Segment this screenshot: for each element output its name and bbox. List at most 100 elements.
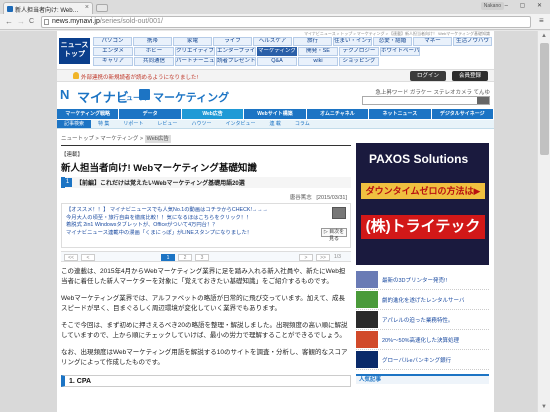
global-nav-row: パソコン携帯家電ライフヘルスケア旅行住まい・インテリア恋愛・結婚マネー生活ノウハ… <box>93 37 493 46</box>
window-controls[interactable]: – ▢ ✕ <box>505 2 547 9</box>
category-tab[interactable]: マーケティング戦略 <box>57 109 120 119</box>
breadcrumb-item[interactable]: ニュートップ <box>61 136 94 142</box>
global-nav-item[interactable]: クリエイティブ <box>175 47 215 56</box>
section-icon <box>139 89 150 100</box>
forward-icon[interactable]: → <box>17 17 25 27</box>
global-nav-item[interactable]: 携帯 <box>133 37 172 46</box>
promo-link[interactable]: 着脱式 2in1 Windowsタブレットが、Officeがついて4万円台！？ <box>66 222 346 230</box>
global-nav-item[interactable]: wiki <box>298 57 338 66</box>
global-nav-item[interactable]: キャリア <box>93 57 133 66</box>
register-button[interactable]: 会員登録 <box>452 71 488 81</box>
page-3[interactable]: 3 <box>195 254 209 261</box>
category-tab[interactable]: Webサイト構築 <box>244 109 307 119</box>
global-nav-item[interactable]: 家電 <box>173 37 212 46</box>
global-nav-item[interactable]: Q&A <box>257 57 297 66</box>
global-nav-item[interactable]: マネー <box>413 37 452 46</box>
article-tag: 【連載】 <box>61 152 84 158</box>
global-nav-item[interactable]: ショッピング <box>339 57 379 66</box>
sub-nav-item[interactable]: 記事検索 <box>57 120 92 128</box>
trending-words[interactable]: 急上昇ワード ガラケー ステレオカメラ てんゆ <box>375 88 490 96</box>
next-page-button[interactable]: > <box>299 254 313 261</box>
mynavi-logo-icon[interactable]: N <box>60 88 76 101</box>
global-nav-item[interactable]: 旅行 <box>293 37 332 46</box>
promo-link[interactable]: 今月大人の頃至・旅行自由を徹底比較！！気になるほはこちらをクリック！！ <box>66 215 346 223</box>
global-nav-item[interactable]: 開発・SE <box>298 47 338 56</box>
category-tab[interactable]: Web広告 <box>181 109 245 119</box>
sidebar-ad-item[interactable]: 最新の3Dプリンター発売!! <box>356 270 489 290</box>
search-button[interactable] <box>477 97 489 104</box>
toc-button[interactable]: ▷ 目次を見る <box>321 228 347 242</box>
tab-close-icon[interactable]: × <box>85 4 89 11</box>
category-tab[interactable]: データ <box>119 109 182 119</box>
scroll-thumb[interactable] <box>540 43 549 155</box>
news-top-logo[interactable]: ニュース トップ <box>59 38 90 64</box>
sub-nav-item[interactable]: 連 載 <box>262 120 287 128</box>
promo-link[interactable]: マイナビニュース連載中の漫画「くまにっぽ」がLINEスタンプになりました！ <box>66 230 346 238</box>
paragraph: なお、出現頻度はWebマーケティング用語を解説する10のサイトを調査・分析し、客… <box>61 349 348 366</box>
promo-link[interactable]: 【オススメ！！】 マイナビニュースでも人気No.1の動画はコチラからCHECK!… <box>66 207 346 215</box>
article-title: 新人担当者向け! Webマーケティング基礎知識 <box>61 163 257 174</box>
global-nav-item[interactable]: ホビー <box>134 47 174 56</box>
member-bar: 外部連携の新規読者が読めるようになりました! ログイン 会員登録 <box>57 69 494 82</box>
global-nav-item[interactable]: パソコン <box>93 37 132 46</box>
profile-user[interactable]: Nakano <box>480 2 504 10</box>
ad-company: (株)トライテック <box>361 215 485 239</box>
bell-icon <box>73 72 79 79</box>
back-icon[interactable]: ← <box>5 17 13 27</box>
ad-label: 20%〜50%高速化した決算処理 <box>382 337 460 344</box>
article: 【連載】 新人担当者向け! Webマーケティング基礎知識 1 【前編】これだけは… <box>61 145 351 387</box>
global-nav-item[interactable]: マーケティング <box>257 47 297 56</box>
global-nav-item[interactable]: ホワイトペーパー <box>380 47 420 56</box>
sidebar-ad-item[interactable]: グローバルeバンキング銀行 <box>356 350 489 370</box>
global-nav-item[interactable]: パートナーニュース <box>175 57 215 66</box>
global-nav-item[interactable]: 恋愛・結婚 <box>373 37 412 46</box>
sub-nav-item[interactable]: インタビュー <box>218 120 262 128</box>
login-button[interactable]: ログイン <box>410 71 446 81</box>
scroll-up-icon[interactable]: ▲ <box>541 33 547 39</box>
sub-nav-item[interactable]: リポート <box>116 120 150 128</box>
scroll-down-icon[interactable]: ▼ <box>541 404 547 410</box>
sub-nav-item[interactable]: レビュー <box>150 120 184 128</box>
prev-page-button[interactable]: < <box>81 254 95 261</box>
sidebar-ad-item[interactable]: 20%〜50%高速化した決算処理 <box>356 330 489 350</box>
search-input[interactable] <box>362 96 490 105</box>
url-path: /series/sold-out/001/ <box>99 18 163 25</box>
ad-label: アパレルの迫った業務特性。 <box>382 317 454 324</box>
paragraph: そこで今回は、まず初めに押さえるべき20の略語を整理・解説しました。出現頻度の高… <box>61 322 348 339</box>
global-nav-item[interactable]: 読者プレゼント <box>216 57 256 66</box>
sidebar: PAXOS Solutions ダウンタイムゼロの方法は▶ (株)トライテック … <box>356 143 489 384</box>
global-nav-item[interactable]: 生活ノウハウ <box>453 37 492 46</box>
new-tab-button[interactable] <box>96 4 108 12</box>
breadcrumb-item[interactable]: マーケティング <box>100 136 138 142</box>
sub-nav-item[interactable]: 特 集 <box>91 120 116 128</box>
address-bar[interactable]: news.mynavi.jp/series/sold-out/001/ <box>41 16 531 28</box>
global-nav-item[interactable]: エンタープライズ <box>216 47 256 56</box>
first-page-button[interactable]: << <box>64 254 78 261</box>
sub-nav-item[interactable]: ハウツー <box>184 120 218 128</box>
print-icon[interactable] <box>332 207 346 219</box>
banner-ad[interactable]: PAXOS Solutions ダウンタイムゼロの方法は▶ (株)トライテック <box>356 143 489 265</box>
sidebar-ad-item[interactable]: 劇的進化を遂げたレンタルサーバ <box>356 290 489 310</box>
global-nav-item[interactable]: ヘルスケア <box>253 37 292 46</box>
reload-icon[interactable]: C <box>29 17 34 27</box>
category-tab[interactable]: デジタルサイネージ <box>432 109 494 119</box>
global-nav-item[interactable]: 住まい・インテリア <box>333 37 372 46</box>
sub-nav: 記事検索特 集リポート レビュー ハウツー インタビュー連 載コラム <box>57 120 494 129</box>
last-page-button[interactable]: >> <box>316 254 330 261</box>
sidebar-ad-item[interactable]: アパレルの迫った業務特性。 <box>356 310 489 330</box>
menu-icon[interactable]: ≡ <box>539 17 547 26</box>
active-tab[interactable]: 新人担当者向け: Web… × <box>3 2 93 14</box>
sub-nav-item[interactable]: コラム <box>288 120 317 128</box>
paragraph: Webマーケティング業界では、アルファベットの略語が日常的に飛び交っています。加… <box>61 295 346 312</box>
category-tab[interactable]: オムニチャネル <box>307 109 370 119</box>
global-nav-item[interactable]: 共同通信 <box>134 57 174 66</box>
member-notice[interactable]: 外部連携の新規読者が読めるようになりました! <box>81 73 198 81</box>
global-nav-item[interactable]: テクノロジー <box>339 47 379 56</box>
global-nav-item[interactable]: エンタメ <box>93 47 133 56</box>
section-title[interactable]: マーケティング <box>153 89 229 105</box>
page-1[interactable]: 1 <box>161 254 175 261</box>
scrollbar[interactable]: ▲ ▼ <box>537 31 550 412</box>
page-2[interactable]: 2 <box>178 254 192 261</box>
category-tab[interactable]: ネットニュース <box>369 109 432 119</box>
global-nav-item[interactable]: ライフ <box>213 37 252 46</box>
